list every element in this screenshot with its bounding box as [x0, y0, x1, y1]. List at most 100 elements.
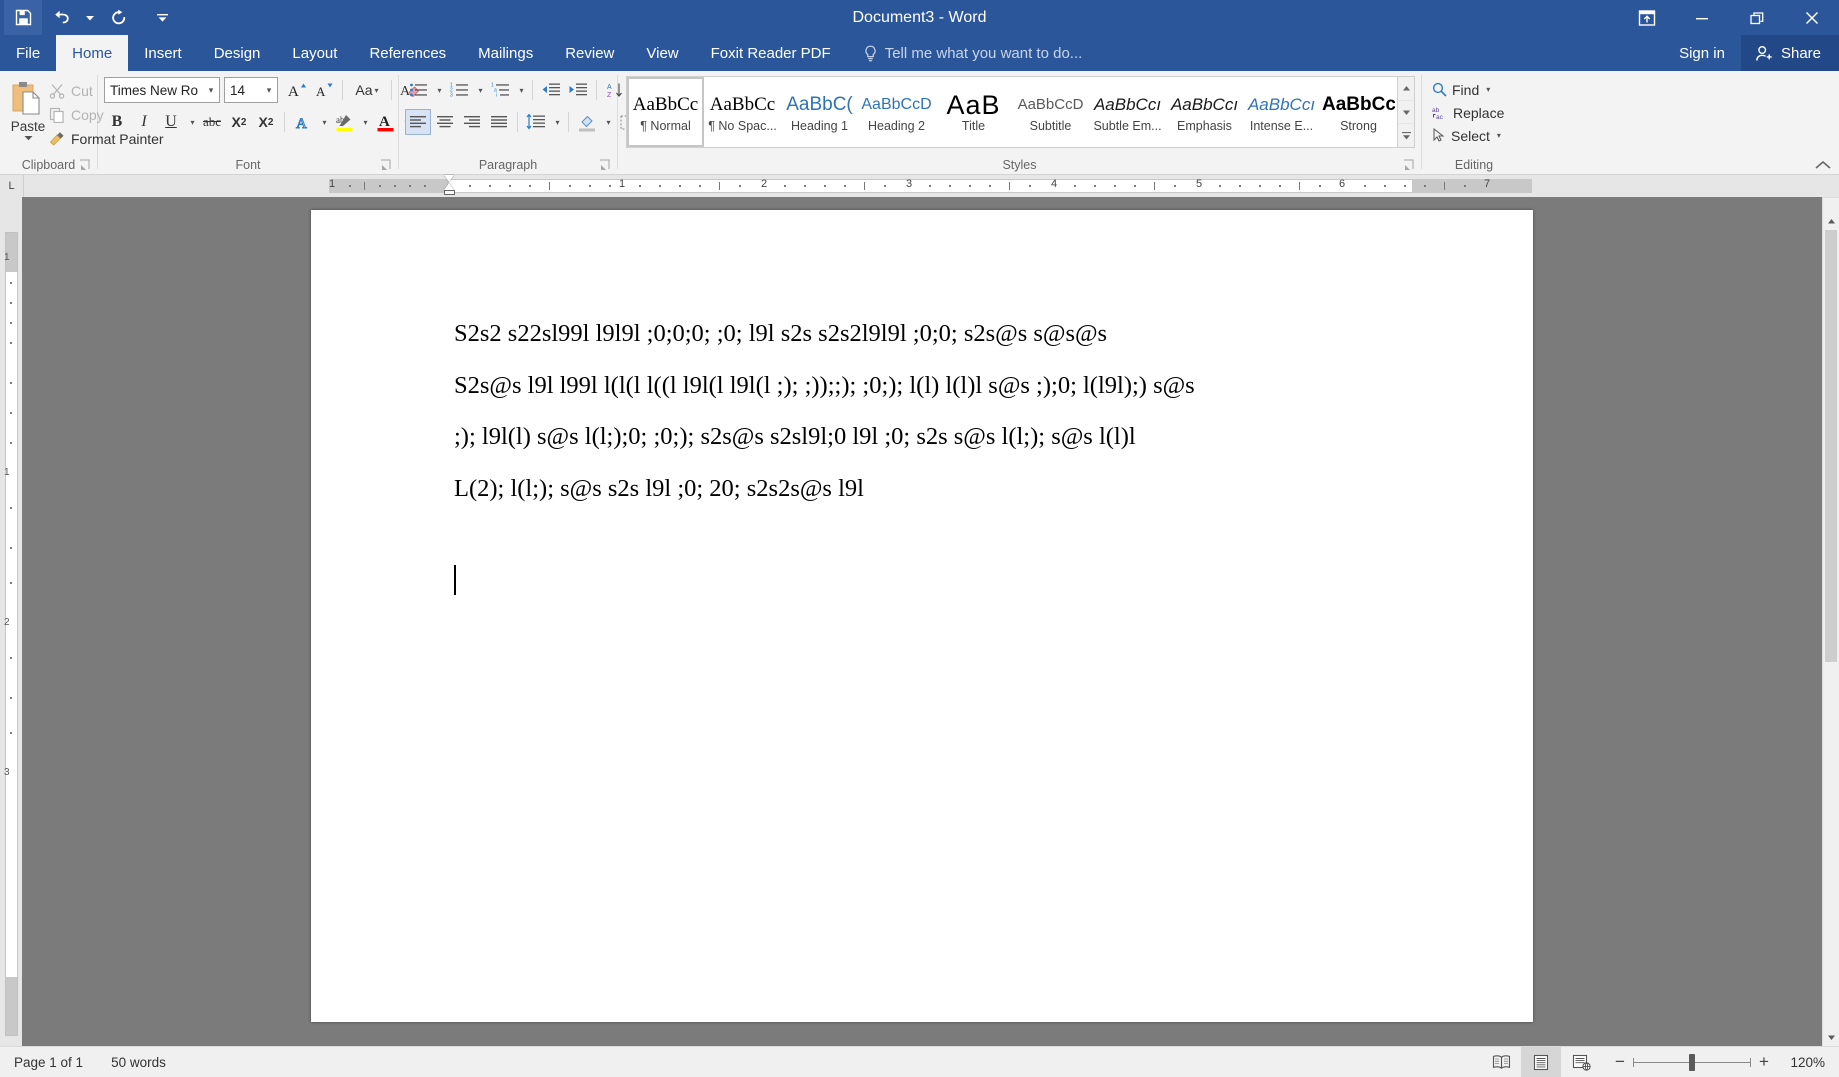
- strikethrough-button[interactable]: abc: [199, 109, 225, 135]
- tab-design[interactable]: Design: [198, 35, 277, 71]
- tab-stop-selector[interactable]: L: [0, 175, 24, 197]
- italic-button[interactable]: I: [131, 109, 157, 135]
- sign-in-button[interactable]: Sign in: [1663, 35, 1741, 71]
- zoom-slider-thumb[interactable]: [1689, 1054, 1695, 1071]
- line-spacing-button[interactable]: [523, 109, 549, 135]
- bullets-dropdown-button[interactable]: ▾: [432, 77, 445, 103]
- save-button[interactable]: [4, 0, 42, 35]
- text-effects-dropdown-button[interactable]: ▾: [317, 109, 330, 135]
- align-center-button[interactable]: [432, 109, 458, 135]
- scroll-up-button[interactable]: [1823, 213, 1839, 230]
- replace-button[interactable]: ab ac Replace: [1428, 101, 1508, 124]
- align-left-button[interactable]: [405, 109, 431, 135]
- underline-dropdown-button[interactable]: ▾: [185, 109, 198, 135]
- share-button[interactable]: Share: [1741, 35, 1839, 71]
- style-emphasis[interactable]: AaBbCcı Emphasis: [1166, 77, 1243, 147]
- hanging-indent-marker[interactable]: [444, 183, 454, 190]
- font-size-combo[interactable]: 14 ▾: [224, 77, 278, 103]
- tab-references[interactable]: References: [353, 35, 462, 71]
- close-button[interactable]: [1784, 0, 1839, 35]
- multilevel-dropdown-button[interactable]: ▾: [514, 77, 527, 103]
- zoom-out-button[interactable]: −: [1607, 1047, 1633, 1077]
- vertical-scrollbar[interactable]: [1822, 197, 1839, 1046]
- web-layout-button[interactable]: [1561, 1047, 1601, 1077]
- numbering-dropdown-button[interactable]: ▾: [473, 77, 486, 103]
- style-subtle-emphasis[interactable]: AaBbCcı Subtle Em...: [1089, 77, 1166, 147]
- minimize-button[interactable]: [1674, 0, 1729, 35]
- styles-scroll-up-button[interactable]: [1398, 77, 1414, 101]
- shading-button[interactable]: [574, 109, 600, 135]
- line-spacing-dropdown-button[interactable]: ▾: [550, 109, 563, 135]
- align-right-button[interactable]: [459, 109, 485, 135]
- scrollbar-track[interactable]: [1823, 230, 1839, 1029]
- style-strong[interactable]: AaBbCcl Strong: [1320, 77, 1397, 147]
- zoom-in-button[interactable]: +: [1751, 1047, 1777, 1077]
- superscript-button[interactable]: X2: [253, 109, 279, 135]
- read-mode-button[interactable]: [1481, 1047, 1521, 1077]
- tab-home[interactable]: Home: [56, 35, 128, 71]
- left-indent-marker[interactable]: [444, 190, 455, 195]
- clipboard-dialog-launcher[interactable]: [79, 159, 92, 172]
- paste-button[interactable]: Paste: [10, 76, 46, 141]
- styles-more-button[interactable]: [1398, 124, 1414, 147]
- change-case-button[interactable]: Aa▾: [348, 77, 386, 103]
- split-window-handle[interactable]: [1823, 197, 1839, 213]
- paragraph-dialog-launcher[interactable]: [599, 159, 612, 172]
- zoom-level-label[interactable]: 120%: [1783, 1055, 1839, 1070]
- font-dialog-launcher[interactable]: [380, 159, 393, 172]
- page-indicator[interactable]: Page 1 of 1: [0, 1047, 97, 1077]
- vertical-ruler[interactable]: 1 1 2 3: [0, 197, 22, 1046]
- shading-dropdown-button[interactable]: ▾: [601, 109, 614, 135]
- styles-dialog-launcher[interactable]: [1403, 159, 1416, 172]
- style-intense-emphasis[interactable]: AaBbCcı Intense E...: [1243, 77, 1320, 147]
- style-heading-1[interactable]: AaBbC( Heading 1: [781, 77, 858, 147]
- style-title[interactable]: AaB Title: [935, 77, 1012, 147]
- highlight-dropdown-button[interactable]: ▾: [358, 109, 371, 135]
- tab-foxit-reader-pdf[interactable]: Foxit Reader PDF: [695, 35, 847, 71]
- style-normal[interactable]: AaBbCc ¶ Normal: [627, 77, 704, 147]
- styles-scroll-down-button[interactable]: [1398, 101, 1414, 125]
- bold-button[interactable]: B: [104, 109, 130, 135]
- tab-file[interactable]: File: [0, 35, 56, 71]
- grow-font-button[interactable]: A: [284, 77, 310, 103]
- bullets-button[interactable]: [405, 77, 431, 103]
- multilevel-list-button[interactable]: 1 a i: [487, 77, 513, 103]
- ribbon-display-options-button[interactable]: [1619, 0, 1674, 35]
- zoom-slider[interactable]: [1633, 1047, 1751, 1077]
- shrink-font-button[interactable]: A: [311, 77, 337, 103]
- tell-me-search[interactable]: Tell me what you want to do...: [847, 35, 1083, 71]
- undo-dropdown-button[interactable]: [80, 0, 100, 35]
- tab-view[interactable]: View: [630, 35, 694, 71]
- document-text-area[interactable]: S2s2 s22sl99l l9l9l ;0;0;0; ;0; l9l s2s …: [454, 322, 1413, 528]
- text-highlight-color-button[interactable]: ab: [331, 109, 357, 135]
- tab-layout[interactable]: Layout: [276, 35, 353, 71]
- undo-button[interactable]: [42, 0, 80, 35]
- font-name-combo[interactable]: Times New Ro ▾: [104, 77, 220, 103]
- redo-button[interactable]: [100, 0, 138, 35]
- justify-button[interactable]: [486, 109, 512, 135]
- document-page[interactable]: S2s2 s22sl99l l9l9l ;0;0;0; ;0; l9l s2s …: [311, 210, 1533, 1022]
- find-button[interactable]: Find ▾: [1428, 78, 1494, 101]
- collapse-ribbon-button[interactable]: [1815, 158, 1831, 173]
- word-count[interactable]: 50 words: [97, 1047, 180, 1077]
- first-line-indent-marker[interactable]: [444, 175, 454, 182]
- scroll-down-button[interactable]: [1823, 1029, 1839, 1046]
- select-button[interactable]: Select ▾: [1428, 124, 1505, 147]
- tab-review[interactable]: Review: [549, 35, 630, 71]
- decrease-indent-button[interactable]: [538, 77, 564, 103]
- customize-qat-button[interactable]: [152, 0, 172, 35]
- font-color-button[interactable]: A: [372, 109, 398, 135]
- subscript-button[interactable]: X2: [226, 109, 252, 135]
- text-effects-button[interactable]: A: [290, 109, 316, 135]
- print-layout-button[interactable]: [1521, 1047, 1561, 1077]
- style-no-spacing[interactable]: AaBbCc ¶ No Spac...: [704, 77, 781, 147]
- tab-mailings[interactable]: Mailings: [462, 35, 549, 71]
- tab-insert[interactable]: Insert: [128, 35, 198, 71]
- horizontal-ruler[interactable]: 1 1 2 3 4 5 6 7: [24, 175, 1822, 197]
- increase-indent-button[interactable]: [565, 77, 591, 103]
- underline-button[interactable]: U: [158, 109, 184, 135]
- style-subtitle[interactable]: AaBbCcD Subtitle: [1012, 77, 1089, 147]
- scrollbar-thumb[interactable]: [1825, 230, 1837, 662]
- numbering-button[interactable]: 1 2 3: [446, 77, 472, 103]
- restore-button[interactable]: [1729, 0, 1784, 35]
